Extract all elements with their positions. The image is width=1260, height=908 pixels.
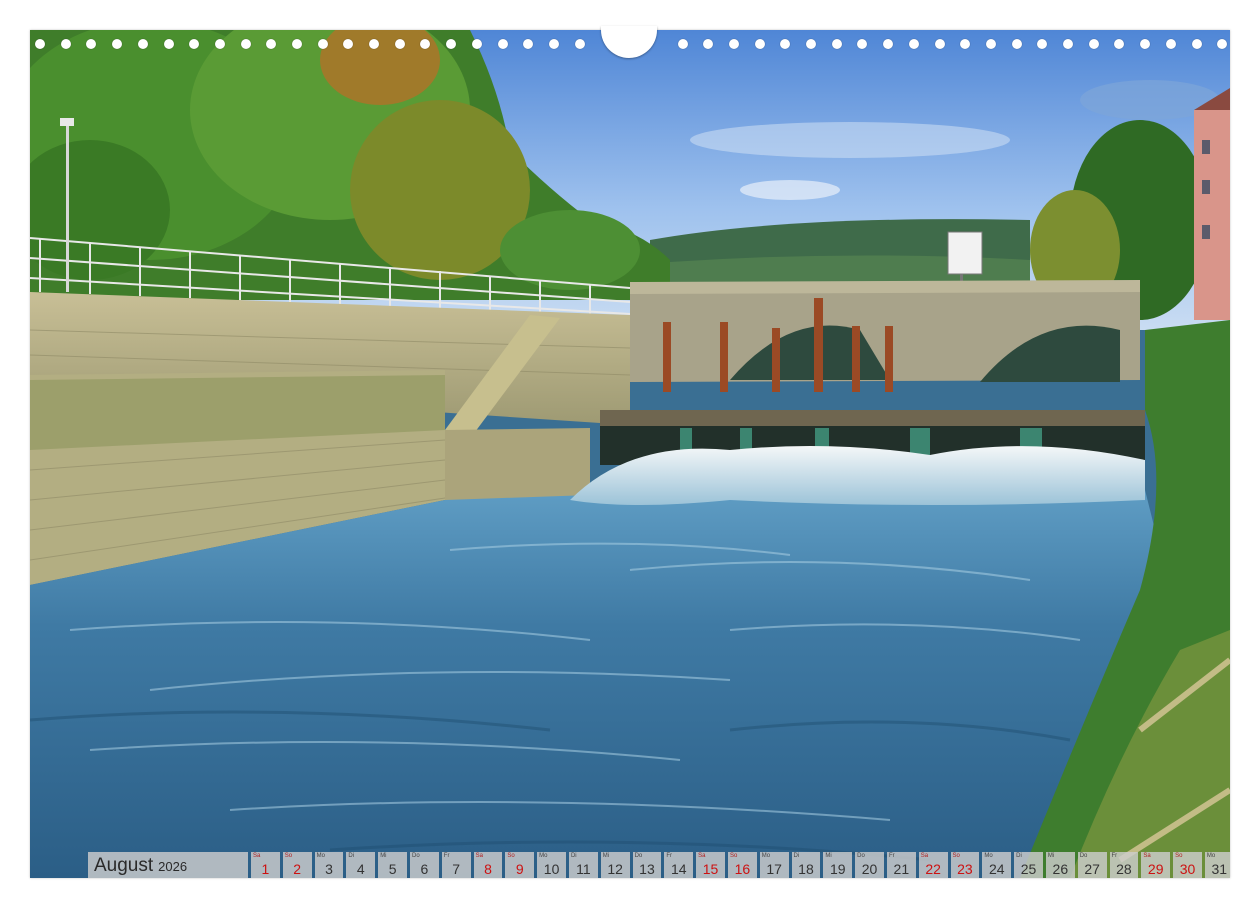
day-cell: Mo 24 xyxy=(982,852,1012,878)
day-number: 15 xyxy=(702,861,719,877)
day-number: 23 xyxy=(957,861,973,877)
weekday-label: Di xyxy=(1016,853,1022,859)
weekday-label: Mo xyxy=(761,853,771,859)
weekday-label: Sa xyxy=(475,853,483,859)
weekday-label: So xyxy=(507,853,515,859)
day-number: 5 xyxy=(388,861,397,877)
day-cell: Sa 8 xyxy=(473,852,503,878)
day-cell: Do 13 xyxy=(632,852,662,878)
day-cell: Fr 14 xyxy=(664,852,694,878)
day-number: 19 xyxy=(829,861,846,877)
day-number: 10 xyxy=(543,861,560,877)
day-cell: Mo 3 xyxy=(314,852,344,878)
day-number: 26 xyxy=(1052,861,1069,877)
weekday-label: Do xyxy=(411,853,420,859)
day-number: 28 xyxy=(1116,861,1132,877)
weekday-label: Do xyxy=(857,853,865,859)
day-number: 29 xyxy=(1147,861,1164,877)
day-number: 31 xyxy=(1211,861,1228,877)
weekday-label: Mo xyxy=(316,853,325,859)
day-number: 24 xyxy=(988,861,1005,877)
day-cell: Fr 28 xyxy=(1109,852,1139,878)
day-cell: Di 11 xyxy=(568,852,598,878)
day-cell: Sa 15 xyxy=(696,852,725,878)
day-number: 3 xyxy=(325,861,333,877)
day-cell: Di 4 xyxy=(346,852,376,878)
day-cell: Sa 29 xyxy=(1141,852,1171,878)
day-number: 25 xyxy=(1020,861,1037,877)
day-cell: Di 18 xyxy=(791,852,821,878)
day-number: 6 xyxy=(420,861,429,877)
weekday-label: So xyxy=(729,853,738,859)
weekday-label: Di xyxy=(570,853,577,859)
day-cell: Fr 21 xyxy=(886,852,916,878)
month-year: 2026 xyxy=(158,858,188,874)
calendar-strip: August 2026 Sa 1 So 2 Mo 3 Di 4 Mi 5 Do 6 Fr 7 Sa 8 So 9 M… xyxy=(88,852,1230,878)
weekday-label: So xyxy=(284,853,293,859)
day-number: 2 xyxy=(293,861,302,877)
weekday-label: Sa xyxy=(1143,853,1151,859)
day-cell: Mi 12 xyxy=(600,852,630,878)
day-cell: So 30 xyxy=(1173,852,1202,878)
day-cell: Mi 5 xyxy=(378,852,407,878)
day-number: 9 xyxy=(515,861,524,877)
day-number: 18 xyxy=(798,861,814,877)
month-name: August xyxy=(94,855,154,876)
day-cell: Mi 26 xyxy=(1045,852,1075,878)
day-number: 21 xyxy=(893,861,910,877)
weekday-label: Sa xyxy=(920,853,929,859)
weekday-label: Do xyxy=(1079,853,1088,859)
weekday-label: Fr xyxy=(443,853,450,859)
day-number: 16 xyxy=(734,861,751,877)
day-number: 7 xyxy=(452,861,461,877)
day-number: 20 xyxy=(861,861,878,877)
weekday-label: Mi xyxy=(825,853,832,859)
weekday-label: So xyxy=(1175,853,1183,859)
day-number: 8 xyxy=(484,861,492,877)
day-cell: So 2 xyxy=(282,852,312,878)
weekday-label: Do xyxy=(634,853,643,859)
weekday-label: So xyxy=(952,853,960,859)
day-cell: Di 25 xyxy=(1014,852,1043,878)
day-cell: Mo 31 xyxy=(1204,852,1230,878)
day-number: 13 xyxy=(639,861,655,877)
day-cell: So 16 xyxy=(727,852,757,878)
weekday-label: Mi xyxy=(380,853,387,859)
month-label: August 2026 xyxy=(88,852,248,878)
day-cell: Sa 1 xyxy=(251,852,280,878)
weekday-label: Fr xyxy=(666,853,673,859)
day-number: 4 xyxy=(356,861,365,877)
weekday-label: Di xyxy=(793,853,800,859)
day-number: 22 xyxy=(925,861,941,877)
day-cell: Mo 17 xyxy=(759,852,789,878)
weekday-label: Sa xyxy=(253,853,261,859)
weekday-label: Sa xyxy=(698,853,706,859)
day-number: 17 xyxy=(766,861,782,877)
day-cell: Mo 10 xyxy=(537,852,566,878)
day-number: 12 xyxy=(607,861,623,877)
day-number: 27 xyxy=(1084,861,1100,877)
calendar-page: August 2026 Sa 1 So 2 Mo 3 Di 4 Mi 5 Do 6 Fr 7 Sa 8 So 9 M… xyxy=(30,30,1230,878)
day-cell: Do 27 xyxy=(1077,852,1107,878)
day-cell: Mi 19 xyxy=(823,852,853,878)
weekday-label: Mo xyxy=(1206,853,1216,859)
day-cell: Do 6 xyxy=(409,852,439,878)
weekday-label: Mi xyxy=(1047,853,1055,859)
day-number: 14 xyxy=(670,861,687,877)
weekday-label: Mo xyxy=(984,853,993,859)
day-number: 11 xyxy=(576,861,591,877)
river-weir-photo xyxy=(30,30,1230,878)
weekday-label: Mi xyxy=(602,853,610,859)
day-cell: So 9 xyxy=(505,852,535,878)
day-number: 30 xyxy=(1179,861,1196,877)
day-number: 1 xyxy=(261,861,270,877)
weekday-label: Fr xyxy=(888,853,895,859)
weekday-label: Fr xyxy=(1111,853,1118,859)
day-cell: Do 20 xyxy=(855,852,884,878)
day-cell: So 23 xyxy=(950,852,980,878)
day-cell: Sa 22 xyxy=(918,852,948,878)
day-cell: Fr 7 xyxy=(441,852,471,878)
weekday-label: Mo xyxy=(539,853,548,859)
weekday-label: Di xyxy=(348,853,355,859)
